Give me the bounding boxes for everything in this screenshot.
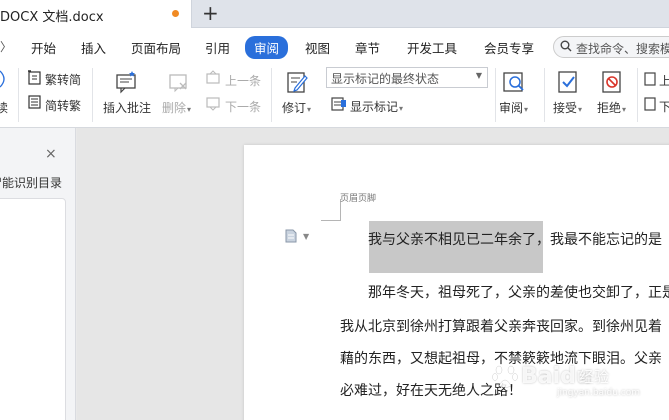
markup-state-select[interactable]: 显示标记的最终状态 ▼ xyxy=(326,67,488,88)
divider xyxy=(544,68,545,122)
menu-review[interactable]: 审阅 xyxy=(245,36,289,59)
document-comment-icon[interactable] xyxy=(284,229,298,243)
document-line-1[interactable]: 我与父亲不相见已二年余了，我最不能忘记的是 xyxy=(368,229,662,249)
menu-section[interactable]: 章节 xyxy=(355,38,380,57)
menu-developer[interactable]: 开发工具 xyxy=(407,38,457,57)
divider xyxy=(637,68,638,122)
search-placeholder: 查找命令、搜索模板 xyxy=(576,42,669,56)
read-aloud-icon[interactable] xyxy=(0,70,8,88)
track-changes-button[interactable]: 修订▾ xyxy=(282,99,311,116)
insert-comment-icon xyxy=(116,71,136,94)
divider xyxy=(271,68,272,122)
menu-member[interactable]: 会员专享 xyxy=(484,38,534,57)
reject-icon xyxy=(602,71,621,93)
menu-scroll-left-icon[interactable]: 〉 xyxy=(0,38,12,55)
track-changes-icon xyxy=(287,72,308,93)
header-corner-marker xyxy=(321,199,341,221)
menu-insert[interactable]: 插入 xyxy=(81,38,106,57)
smart-toc-button[interactable]: 智能识别目录 xyxy=(0,174,62,191)
header-footer-label[interactable]: 页眉页脚 xyxy=(340,191,376,204)
menu-page-layout[interactable]: 页面布局 xyxy=(131,38,181,57)
traditional-to-simplified-icon xyxy=(28,70,41,85)
reject-button[interactable]: 拒绝▾ xyxy=(597,99,626,116)
divider xyxy=(92,68,93,122)
accept-icon xyxy=(558,71,577,93)
show-markup-icon xyxy=(331,97,346,111)
watermark-url: jingyan.baidu.com xyxy=(557,388,641,398)
unsaved-indicator-icon xyxy=(172,10,179,17)
next-change-icon xyxy=(644,97,656,111)
previous-change-button[interactable]: 上 xyxy=(659,72,669,89)
insert-comment-button[interactable]: 插入批注 xyxy=(103,99,151,116)
delete-comment-icon xyxy=(169,74,187,93)
markup-state-value: 显示标记的最终状态 xyxy=(331,72,440,86)
review-pane-icon xyxy=(503,72,524,92)
menu-references[interactable]: 引用 xyxy=(205,38,230,57)
document-line-2[interactable]: 那年冬天，祖母死了，父亲的差使也交卸了，正是 xyxy=(368,282,669,302)
document-tab[interactable]: DOCX 文档.docx xyxy=(0,0,192,28)
previous-comment-button[interactable]: 上一条 xyxy=(225,72,261,89)
next-change-button[interactable]: 下 xyxy=(659,98,669,115)
document-line-3[interactable]: 我从北京到徐州打算跟着父亲奔丧回家。到徐州见着 xyxy=(340,316,662,336)
new-tab-button[interactable]: + xyxy=(202,2,219,24)
show-markup-button[interactable]: 显示标记▾ xyxy=(350,98,403,115)
read-label: 读 xyxy=(0,101,9,115)
menu-view[interactable]: 视图 xyxy=(305,38,330,57)
divider xyxy=(495,68,496,122)
tab-bar: DOCX 文档.docx + xyxy=(0,0,669,28)
accept-button[interactable]: 接受▾ xyxy=(553,99,582,116)
simplified-to-traditional-button[interactable]: 简转繁 xyxy=(45,97,81,114)
delete-comment-button[interactable]: 删除▾ xyxy=(162,99,191,116)
chevron-down-icon[interactable]: ▼ xyxy=(303,232,309,241)
command-search-box[interactable]: 查找命令、搜索模板 xyxy=(553,36,669,58)
simplified-to-traditional-icon xyxy=(28,95,41,109)
paw-logo-icon xyxy=(492,365,518,388)
document-tab-title: DOCX 文档.docx xyxy=(0,10,104,25)
toc-list xyxy=(0,198,66,420)
search-icon xyxy=(560,40,572,52)
previous-change-icon xyxy=(644,72,656,86)
navigation-pane: × 智能识别目录 xyxy=(0,128,76,420)
traditional-to-simplified-button[interactable]: 繁转简 xyxy=(45,71,81,88)
menu-home[interactable]: 开始 xyxy=(31,38,56,57)
next-comment-button[interactable]: 下一条 xyxy=(225,98,261,115)
watermark-sub: 经验 xyxy=(579,368,610,386)
previous-comment-icon xyxy=(206,70,220,84)
divider xyxy=(18,68,19,122)
close-icon[interactable]: × xyxy=(45,146,57,162)
chevron-down-icon: ▼ xyxy=(475,71,482,80)
review-pane-button[interactable]: 审阅▾ xyxy=(499,99,528,116)
next-comment-icon xyxy=(206,97,220,111)
baidu-watermark: Baidu 经验 jingyan.baidu.com xyxy=(491,360,651,404)
